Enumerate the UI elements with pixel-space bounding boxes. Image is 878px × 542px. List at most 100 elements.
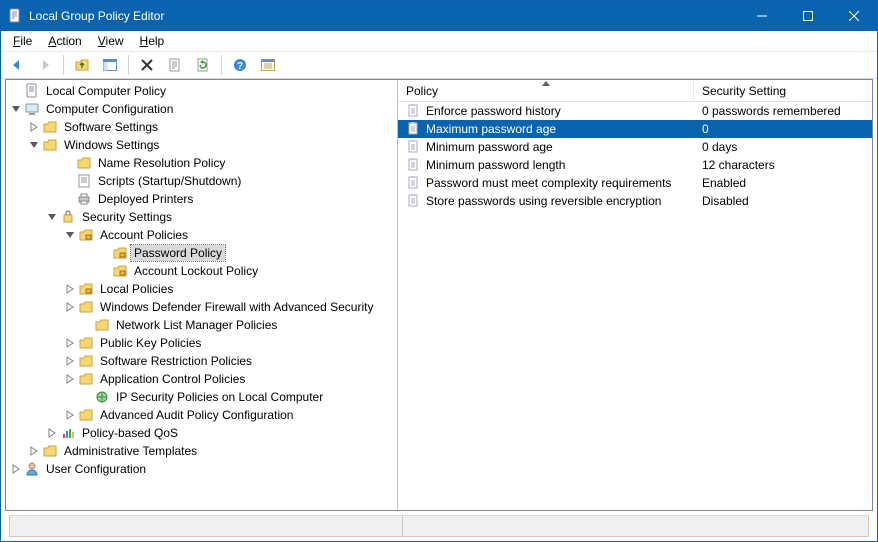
- tree-label: Software Settings: [61, 119, 161, 135]
- expand-toggle[interactable]: [62, 299, 78, 315]
- tree-local-policies[interactable]: Local Policies: [6, 280, 397, 298]
- tree-label: Account Policies: [97, 227, 191, 243]
- tree-scripts[interactable]: Scripts (Startup/Shutdown): [6, 172, 397, 190]
- delete-button[interactable]: [135, 53, 159, 77]
- export-list-button[interactable]: [256, 53, 280, 77]
- expand-toggle[interactable]: [8, 461, 24, 477]
- list-pane[interactable]: Policy Security Setting Enforce password…: [398, 80, 872, 510]
- status-bar: [9, 515, 869, 537]
- policy-doc-icon: [24, 83, 40, 99]
- tree-software-settings[interactable]: Software Settings: [6, 118, 397, 136]
- tree-label: Windows Settings: [61, 137, 162, 153]
- back-button[interactable]: [5, 53, 29, 77]
- expand-toggle[interactable]: [62, 281, 78, 297]
- policy-item-icon: [406, 103, 422, 119]
- policy-item-icon: [406, 121, 422, 137]
- help-button[interactable]: ?: [228, 53, 252, 77]
- policy-name: Password must meet complexity requiremen…: [426, 176, 671, 190]
- show-hide-tree-button[interactable]: [98, 53, 122, 77]
- tree-label: Security Settings: [79, 209, 175, 225]
- policy-item-icon: [406, 193, 422, 209]
- tree-ipsec[interactable]: IP Security Policies on Local Computer: [6, 388, 397, 406]
- expand-toggle[interactable]: [62, 335, 78, 351]
- menu-view[interactable]: View: [90, 32, 132, 50]
- tree-user-configuration[interactable]: User Configuration: [6, 460, 397, 478]
- tree-nlm[interactable]: Network List Manager Policies: [6, 316, 397, 334]
- tree-label: Application Control Policies: [97, 371, 248, 387]
- expand-toggle[interactable]: [62, 227, 78, 243]
- policy-item-icon: [406, 157, 422, 173]
- policy-name: Minimum password length: [426, 158, 565, 172]
- minimize-button[interactable]: [739, 1, 785, 31]
- tree-label: Network List Manager Policies: [113, 317, 280, 333]
- list-row[interactable]: Password must meet complexity requiremen…: [398, 174, 872, 192]
- tree-security-settings[interactable]: Security Settings: [6, 208, 397, 226]
- menu-help[interactable]: Help: [132, 32, 173, 50]
- tree-wdf[interactable]: Windows Defender Firewall with Advanced …: [6, 298, 397, 316]
- tree-app-control-policies[interactable]: Application Control Policies: [6, 370, 397, 388]
- list-row[interactable]: Minimum password age0 days: [398, 138, 872, 156]
- policy-name: Enforce password history: [426, 104, 561, 118]
- list-row[interactable]: Store passwords using reversible encrypt…: [398, 192, 872, 210]
- folder-lock-icon: [78, 281, 94, 297]
- tree-label: Administrative Templates: [61, 443, 200, 459]
- properties-button[interactable]: [163, 53, 187, 77]
- printer-icon: [76, 191, 92, 207]
- tree-windows-settings[interactable]: Windows Settings: [6, 136, 397, 154]
- forward-button[interactable]: [33, 53, 57, 77]
- tree-account-lockout-policy[interactable]: Account Lockout Policy: [6, 262, 397, 280]
- tree-label: Software Restriction Policies: [97, 353, 255, 369]
- tree-label: Policy-based QoS: [79, 425, 181, 441]
- tree-account-policies[interactable]: Account Policies: [6, 226, 397, 244]
- column-header-security-setting[interactable]: Security Setting: [694, 80, 872, 101]
- folder-lock-icon: [112, 263, 128, 279]
- tree-root[interactable]: Local Computer Policy: [6, 82, 397, 100]
- tree-name-resolution-policy[interactable]: Name Resolution Policy: [6, 154, 397, 172]
- tree-label: Name Resolution Policy: [95, 155, 228, 171]
- sort-ascending-icon: [542, 81, 550, 87]
- up-button[interactable]: [70, 53, 94, 77]
- folder-icon: [78, 407, 94, 423]
- column-header-policy[interactable]: Policy: [398, 80, 694, 101]
- expand-toggle[interactable]: [44, 425, 60, 441]
- tree-public-key-policies[interactable]: Public Key Policies: [6, 334, 397, 352]
- expand-toggle[interactable]: [8, 101, 24, 117]
- expand-toggle[interactable]: [44, 209, 60, 225]
- svg-text:?: ?: [237, 61, 243, 72]
- close-button[interactable]: [831, 1, 877, 31]
- tree-software-restriction[interactable]: Software Restriction Policies: [6, 352, 397, 370]
- list-row[interactable]: Enforce password history0 passwords reme…: [398, 102, 872, 120]
- policy-setting: Enabled: [702, 176, 746, 190]
- expand-toggle[interactable]: [62, 371, 78, 387]
- tree-admin-templates[interactable]: Administrative Templates: [6, 442, 397, 460]
- menu-file[interactable]: File: [5, 32, 40, 50]
- folder-icon: [42, 443, 58, 459]
- list-row[interactable]: Minimum password length12 characters: [398, 156, 872, 174]
- tree-pane[interactable]: Local Computer Policy Computer Configura…: [6, 80, 398, 510]
- expand-toggle[interactable]: [62, 353, 78, 369]
- tree-label: IP Security Policies on Local Computer: [113, 389, 326, 405]
- policy-setting: 0: [702, 122, 709, 136]
- list-row[interactable]: Maximum password age0: [398, 120, 872, 138]
- ipsec-icon: [94, 389, 110, 405]
- tree-deployed-printers[interactable]: Deployed Printers: [6, 190, 397, 208]
- expand-toggle[interactable]: [26, 443, 42, 459]
- expand-toggle[interactable]: [26, 119, 42, 135]
- tree-advanced-audit[interactable]: Advanced Audit Policy Configuration: [6, 406, 397, 424]
- tree-computer-configuration[interactable]: Computer Configuration: [6, 100, 397, 118]
- tree-label: Public Key Policies: [97, 335, 204, 351]
- maximize-button[interactable]: [785, 1, 831, 31]
- refresh-button[interactable]: [191, 53, 215, 77]
- folder-icon: [76, 155, 92, 171]
- expand-toggle[interactable]: [26, 137, 42, 153]
- expand-toggle[interactable]: [62, 407, 78, 423]
- tree-label: Local Computer Policy: [43, 83, 169, 99]
- policy-setting: Disabled: [702, 194, 749, 208]
- folder-icon: [42, 119, 58, 135]
- toolbar: ?: [1, 51, 877, 79]
- menu-action[interactable]: Action: [40, 32, 89, 50]
- computer-icon: [24, 101, 40, 117]
- tree-password-policy[interactable]: Password Policy: [6, 244, 397, 262]
- tree-policy-based-qos[interactable]: Policy-based QoS: [6, 424, 397, 442]
- folder-icon: [78, 353, 94, 369]
